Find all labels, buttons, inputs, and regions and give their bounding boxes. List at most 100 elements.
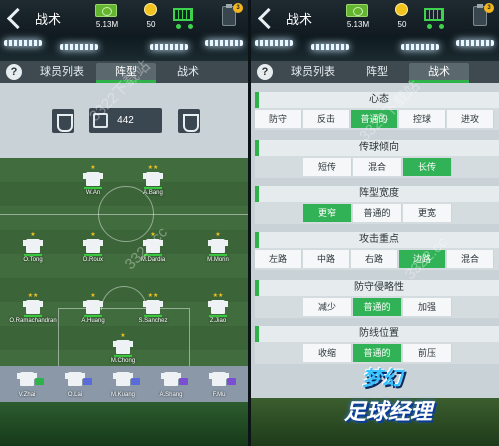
tactic-option[interactable]: 左路 xyxy=(255,250,302,268)
tactic-option[interactable]: 右路 xyxy=(351,250,398,268)
tactic-option[interactable]: 中路 xyxy=(303,250,350,268)
player-shirt-icon xyxy=(65,372,85,386)
coin-value: 50 xyxy=(397,20,407,29)
bench-player[interactable]: O.Lai xyxy=(50,371,100,398)
position-tag xyxy=(35,378,44,385)
player-stars: ★ xyxy=(90,232,96,238)
tactic-section: 防守侵略性 减少 普通的 加强 xyxy=(255,280,499,318)
player-shirt-icon xyxy=(113,340,133,354)
player-stars: ★★ xyxy=(147,293,159,299)
help-button[interactable]: ? xyxy=(6,64,22,80)
tactic-option[interactable]: 更宽 xyxy=(403,204,452,222)
cash-value: 5.13M xyxy=(346,20,370,29)
tactic-option[interactable]: 控球 xyxy=(399,110,446,128)
player-name: O.Lai xyxy=(67,392,83,398)
game-logo-line1: 梦幻 xyxy=(362,368,402,390)
player-card[interactable]: ★★ O.Ramachandran xyxy=(8,293,58,324)
tab-tactics[interactable]: 战术 xyxy=(409,63,469,83)
tactic-option[interactable]: 普通的 xyxy=(353,298,402,316)
player-stars: ★ xyxy=(30,232,36,238)
cash-icon xyxy=(95,4,117,17)
tactic-section: 攻击重点 左路 中路 右路 边路 混合 xyxy=(255,232,499,270)
player-shirt-icon xyxy=(208,300,228,314)
tactic-option[interactable]: 进攻 xyxy=(447,110,494,128)
option-group: 减少 普通的 加强 xyxy=(255,296,499,318)
player-card[interactable]: ★★ A.Bang xyxy=(128,165,178,196)
fitness-bar xyxy=(209,315,227,317)
tactic-option[interactable]: 长传 xyxy=(403,158,452,176)
back-button[interactable] xyxy=(257,7,277,29)
bench-player[interactable]: F.Mu xyxy=(194,371,244,398)
tactic-section: 阵型宽度 更窄 普通的 更宽 xyxy=(255,186,499,224)
tactic-option[interactable]: 普通的 xyxy=(353,204,402,222)
section-title: 攻击重点 xyxy=(255,232,499,248)
back-button[interactable] xyxy=(6,7,26,29)
option-group: 短传 混合 长传 xyxy=(255,156,499,178)
fitness-bar xyxy=(209,254,227,256)
help-button[interactable]: ? xyxy=(257,64,273,80)
bench-player[interactable]: V.Zhai xyxy=(2,371,52,398)
player-card[interactable]: ★ W.An xyxy=(68,165,118,196)
page-title: 战术 xyxy=(35,12,62,27)
tactic-option[interactable]: 加强 xyxy=(403,298,452,316)
home-kit-button[interactable] xyxy=(178,109,200,133)
fitness-bar xyxy=(24,315,42,317)
tactic-section: 防线位置 收缩 普通的 前压 xyxy=(255,326,499,364)
player-name: Z.Jiao xyxy=(209,318,227,324)
cash-icon xyxy=(346,4,368,17)
shop-cart-button[interactable] xyxy=(168,4,196,30)
player-name: V.Zhai xyxy=(18,392,36,398)
fitness-bar xyxy=(144,315,162,317)
player-card[interactable]: ★ O.Tong xyxy=(8,232,58,263)
player-stars: ★ xyxy=(120,333,126,339)
tab-player-list[interactable]: 球员列表 xyxy=(281,63,345,81)
tactic-option[interactable]: 混合 xyxy=(447,250,494,268)
player-stars: ★ xyxy=(90,165,96,171)
tactic-option[interactable]: 短传 xyxy=(303,158,352,176)
position-tag xyxy=(83,378,92,385)
formation-value: 442 xyxy=(117,115,134,126)
tab-tactics[interactable]: 战术 xyxy=(158,63,218,81)
captain-shield-button[interactable] xyxy=(52,109,74,133)
tactic-option[interactable]: 普通的 xyxy=(353,344,402,362)
tab-player-list[interactable]: 球员列表 xyxy=(30,63,94,81)
option-group: 左路 中路 右路 边路 混合 xyxy=(255,248,499,270)
player-card[interactable]: ★ D.Roux xyxy=(68,232,118,263)
player-card[interactable]: ★ M.Morin xyxy=(193,232,243,263)
player-stars: ★ xyxy=(215,232,221,238)
tactic-option[interactable]: 防守 xyxy=(255,110,302,128)
fitness-bar xyxy=(24,254,42,256)
player-card[interactable]: ★★ S.Sanchez xyxy=(128,293,178,324)
tactic-option[interactable]: 减少 xyxy=(303,298,352,316)
player-shirt-icon xyxy=(113,372,133,386)
coin-value: 50 xyxy=(146,20,156,29)
bench-player[interactable]: A.Shang xyxy=(146,371,196,398)
tactic-option[interactable]: 前压 xyxy=(403,344,452,362)
player-shirt-icon xyxy=(209,372,229,386)
clipboard-badge: 3 xyxy=(233,3,243,13)
fitness-bar xyxy=(144,187,162,189)
shop-cart-button[interactable] xyxy=(419,4,447,30)
player-shirt-icon xyxy=(83,239,103,253)
player-name: S.Sanchez xyxy=(138,318,168,324)
player-stars: ★★ xyxy=(27,293,39,299)
player-card[interactable]: ★ M.Chong xyxy=(98,333,148,364)
tactic-option[interactable]: 收缩 xyxy=(303,344,352,362)
tactic-option[interactable]: 更窄 xyxy=(303,204,352,222)
top-bar: 战术 5.13M 50 3 xyxy=(251,0,499,36)
game-logo-line2: 足球经理 xyxy=(344,399,433,424)
tab-formation[interactable]: 阵型 xyxy=(347,63,407,81)
clipboard-badge: 3 xyxy=(484,3,494,13)
player-card[interactable]: ★★ Z.Jiao xyxy=(193,293,243,324)
fitness-bar xyxy=(84,315,102,317)
player-shirt-icon xyxy=(83,300,103,314)
tactic-option[interactable]: 混合 xyxy=(353,158,402,176)
player-shirt-icon xyxy=(17,372,37,386)
page-title: 战术 xyxy=(286,12,313,27)
player-card[interactable]: ★ A.Huang xyxy=(68,293,118,324)
tactic-section: 传球倾向 短传 混合 长传 xyxy=(255,140,499,178)
player-shirt-icon xyxy=(143,300,163,314)
player-name: F.Mu xyxy=(212,392,226,398)
bench-player[interactable]: M.Kuang xyxy=(98,371,148,398)
tactic-option[interactable]: 反击 xyxy=(303,110,350,128)
